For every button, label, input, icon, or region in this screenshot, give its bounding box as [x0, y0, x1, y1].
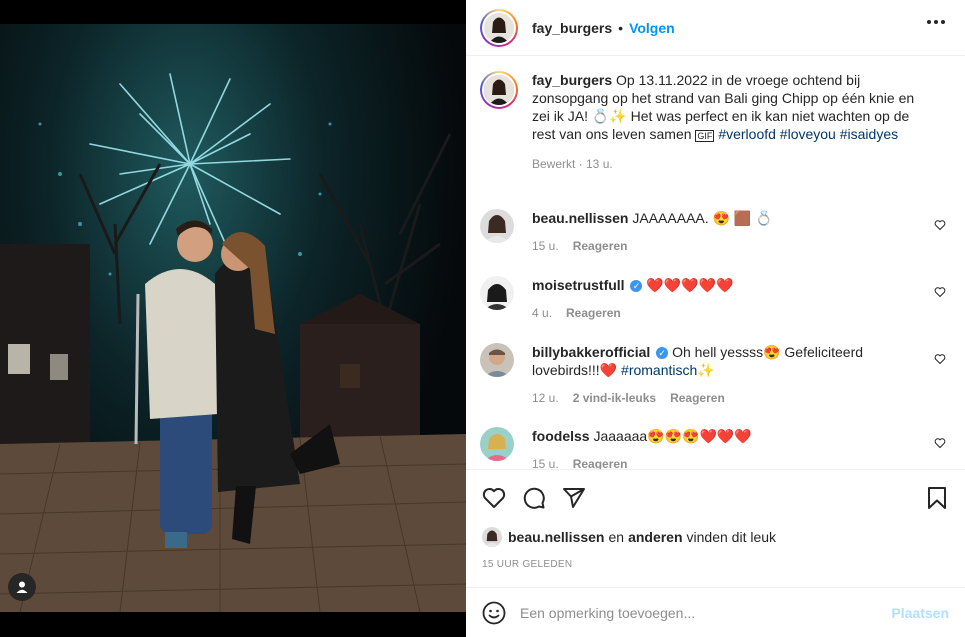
instagram-post-modal: fay_burgers • Volgen fay_burgers Op 13.1… [0, 0, 965, 637]
comment-text: Jaaaaaa😍😍😍❤️❤️❤️ [593, 428, 752, 444]
follow-button[interactable]: Volgen [629, 20, 675, 36]
avatar-image [482, 73, 516, 107]
likes-summary: beau.nellissen en anderen vinden dit leu… [482, 527, 776, 547]
reply-button[interactable]: Reageren [573, 237, 628, 255]
comment-composer: Een opmerking toevoegen... Plaatsen [466, 587, 965, 637]
comment-username[interactable]: billybakkerofficial [532, 344, 650, 360]
tagged-user-button[interactable] [8, 573, 36, 601]
commenter-avatar[interactable] [480, 276, 514, 310]
header-separator: • [618, 19, 624, 36]
avatar-image [484, 12, 514, 43]
likes-joiner: en [608, 529, 625, 545]
commenter-avatar[interactable] [480, 343, 514, 377]
post-actions: beau.nellissen en anderen vinden dit leu… [466, 469, 965, 587]
comment-tail: ✨ [697, 362, 715, 378]
liker-avatar[interactable] [482, 527, 502, 547]
comment-input[interactable]: Een opmerking toevoegen... [520, 605, 891, 621]
comment-username[interactable]: foodelss [532, 428, 590, 444]
share-icon[interactable] [562, 486, 586, 510]
reply-button[interactable]: Reageren [573, 455, 628, 469]
reply-button[interactable]: Reageren [670, 389, 725, 407]
hashtag-link[interactable]: #verloofd [718, 126, 776, 142]
caption-username[interactable]: fay_burgers [532, 72, 612, 88]
post-photo[interactable] [0, 24, 466, 612]
verified-badge-icon: ✓ [656, 347, 669, 360]
author-avatar[interactable] [480, 8, 518, 47]
author-username[interactable]: fay_burgers [532, 20, 612, 36]
hashtag-link[interactable]: #loveyou [780, 126, 836, 142]
verified-badge-icon: ✓ [630, 280, 643, 293]
comment-text: JAAAAAAA. 😍 🟫 💍 [632, 210, 773, 226]
post-comment-button[interactable]: Plaatsen [891, 605, 949, 621]
user-icon [16, 581, 28, 593]
commenter-avatar[interactable] [480, 427, 514, 461]
comment-username[interactable]: beau.nellissen [532, 210, 628, 226]
bookmark-icon[interactable] [925, 486, 949, 510]
comment-like-icon[interactable] [934, 353, 946, 365]
hashtag-link[interactable]: #romantisch [621, 362, 697, 378]
post-header: fay_burgers • Volgen [466, 0, 965, 56]
post-media [0, 0, 466, 637]
gif-icon: GIF [695, 130, 715, 142]
comment-like-icon[interactable] [934, 286, 946, 298]
emoji-icon[interactable] [482, 601, 506, 625]
caption-meta: Bewerkt · 13 u. [532, 157, 613, 171]
comment-time[interactable]: 12 u. [532, 389, 559, 407]
more-options-icon[interactable] [927, 20, 945, 24]
caption-avatar[interactable] [480, 71, 518, 109]
comment-likes-count[interactable]: 2 vind-ik-leuks [573, 389, 656, 407]
comment-text: ❤️❤️❤️❤️❤️ [646, 277, 734, 293]
likes-others-link[interactable]: anderen [628, 529, 682, 545]
comment-time[interactable]: 15 u. [532, 237, 559, 255]
likes-suffix: vinden dit leuk [686, 529, 777, 545]
reply-button[interactable]: Reageren [566, 304, 621, 322]
photo-illustration [0, 73, 466, 612]
commenter-avatar[interactable] [480, 209, 514, 243]
comments-list[interactable]: fay_burgers Op 13.11.2022 in de vroege o… [466, 57, 965, 469]
hashtag-link[interactable]: #isaidyes [840, 126, 898, 142]
comment-time[interactable]: 15 u. [532, 455, 559, 469]
post-details-panel: fay_burgers • Volgen fay_burgers Op 13.1… [466, 0, 965, 637]
comment-like-icon[interactable] [934, 437, 946, 449]
like-heart-icon[interactable] [482, 486, 506, 510]
post-timestamp[interactable]: 15 UUR GELEDEN [482, 559, 572, 570]
comment-like-icon[interactable] [934, 219, 946, 231]
comment-bubble-icon[interactable] [522, 486, 546, 510]
liker-username[interactable]: beau.nellissen [508, 529, 604, 545]
comment-time[interactable]: 4 u. [532, 304, 552, 322]
comment-username[interactable]: moisetrustfull [532, 277, 625, 293]
